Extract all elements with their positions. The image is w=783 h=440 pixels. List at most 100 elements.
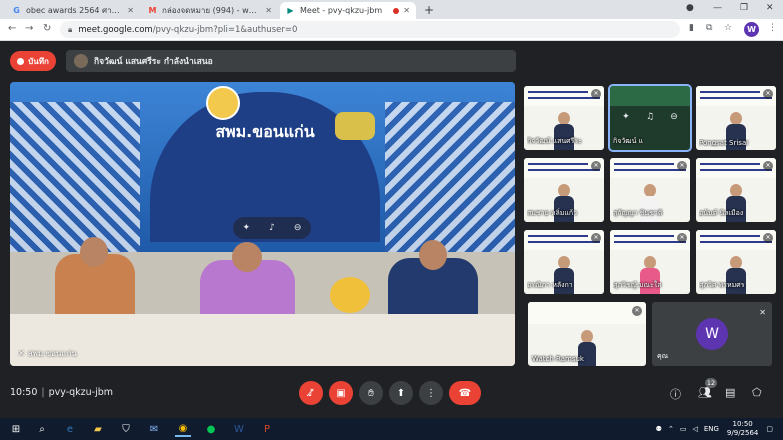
minimize-icon[interactable]: — [713,3,722,13]
windows-start-icon[interactable]: ⊞ [8,421,24,437]
participant-name: Pongsat Srisai [699,139,749,147]
person-right-head [419,240,447,270]
participant-name: อรณิภา หลังกา [527,281,573,289]
language-indicator[interactable]: ENG [704,425,719,433]
emblem-icon [206,86,240,120]
recording-button[interactable]: บันทึก [10,51,56,71]
participant-name: ศุภวิชญ์ มณะใส [613,281,662,289]
participant-tile[interactable]: ✕ สมชาย หลิ่มแก้ว [524,158,604,222]
mic-off-icon: ✕ [18,349,25,358]
search-icon[interactable]: ⌕ [34,421,50,437]
participant-tile[interactable]: ✕ กิจวัฒน์ แสนศรีระ [524,86,604,150]
tab-title: กล่องจดหมาย (994) - wounjaichon [162,6,261,15]
participant-name: กิจวัฒน์ แ [613,137,644,145]
edge-icon[interactable]: e [62,421,78,437]
self-tile[interactable]: W ✕ คุณ [652,302,772,366]
file-explorer-icon[interactable]: ▰ [90,421,106,437]
browser-tab-gmail[interactable]: M กล่องจดหมาย (994) - wounjaichon ✕ [142,2,278,19]
camera-in-use-icon[interactable]: ▮ [689,23,694,33]
participant-tile[interactable]: ✕ Pongsat Srisai [696,86,776,150]
mic-off-icon: ✕ [759,308,766,317]
close-icon[interactable]: ✕ [265,6,272,15]
person-left-head [80,237,108,267]
leave-call-button[interactable]: ☎ [449,381,481,405]
reload-icon[interactable]: ↻ [43,23,51,34]
people-tray-icon[interactable]: ⚉ [656,425,662,433]
google-icon: G [13,6,20,15]
close-window-icon[interactable]: ✕ [766,3,774,13]
network-icon[interactable]: ▭ [680,425,687,433]
browser-tab-meet[interactable]: ▶ Meet - pvy-qkzu-jbm ✕ [280,2,416,19]
mic-off-icon: ✕ [591,233,601,243]
participant-name: สุกัญญา ชินชาติ [613,209,663,217]
activities-icon[interactable]: ⬠ [752,386,762,399]
notifications-icon[interactable]: ▢ [766,425,773,433]
separator: | [41,387,45,398]
present-icon: ⬆ [396,387,406,399]
clock-time: 10:50 [732,420,753,428]
profile-avatar[interactable]: W [744,22,759,37]
address-bar-row: ← → ↻ 🔒︎ meet.google.com/pvy-qkzu-jbm?pl… [0,19,783,41]
url-bar[interactable]: 🔒︎ meet.google.com/pvy-qkzu-jbm?pli=1&au… [60,21,680,38]
mail-icon[interactable]: ✉ [146,421,162,437]
participant-tile[interactable]: ✕ อรณิภา หลังกา [524,230,604,294]
restore-icon[interactable]: ❐ [740,3,748,13]
participant-name: สมชาย หลิ่มแก้ว [527,209,578,217]
meeting-code: pvy-qkzu-jbm [48,387,114,398]
more-options-button[interactable]: ⋮ [419,381,443,405]
person-center-head [232,242,262,272]
word-icon[interactable]: W [231,421,247,437]
participant-tile[interactable]: ✕ อนันต์ นิลเมือง [696,158,776,222]
more-options-icon[interactable]: ⊖ [670,112,678,122]
store-icon[interactable]: ⛉ [118,421,134,437]
chrome-icon[interactable]: ◉ [175,421,191,437]
new-tab-button[interactable]: + [424,3,434,17]
participant-name: ศุภวิศ พรหมศร [699,281,745,289]
close-icon[interactable]: ✕ [127,6,134,15]
presenter-banner-text: กิจวัฒน์ แสนศรีระ กำลังนำเสนอ [94,57,213,67]
present-screen-button[interactable]: ⬆ [389,381,413,405]
participant-tile[interactable]: ✕ สุกัญญา ชินชาติ [610,158,690,222]
pin-icon[interactable]: ✦ [622,112,630,122]
stage-hover-controls: ✦ ♪ ⊖ [233,217,311,239]
mic-toggle-button[interactable]: ♪̸ [299,381,323,405]
taskbar-clock[interactable]: 10:50 9/9/2564 [727,420,758,438]
tab-title: obec awards 2564 ศาสตร์นอกเห็ [26,6,123,15]
pin-icon[interactable]: ✦ [243,223,251,233]
menu-dots-icon[interactable]: ⋮ [768,23,777,33]
chat-icon[interactable]: ▤ [725,386,735,399]
tile-header [528,302,646,324]
forward-icon[interactable]: → [25,23,33,34]
self-avatar: W [696,318,728,350]
participant-tile[interactable]: ✕ ศุภวิศ พรหมศร [696,230,776,294]
powerpoint-icon[interactable]: P [259,421,275,437]
mic-icon[interactable]: ♪ [269,223,275,233]
more-options-icon[interactable]: ⊖ [294,223,302,233]
volume-icon[interactable]: ◁ [692,425,697,433]
speaker-icon[interactable]: ♫ [646,112,654,122]
raise-hand-button[interactable]: ✋︎ [359,381,383,405]
mic-off-icon: ✕ [591,89,601,99]
conference-table [10,314,515,366]
back-icon[interactable]: ← [8,23,16,34]
bookmark-star-icon[interactable]: ☆ [724,23,732,33]
tile-hover-controls: ✦ ♫ ⊖ [614,108,686,126]
recording-label: บันทึก [28,56,49,66]
close-icon[interactable]: ✕ [403,6,410,15]
chevron-up-icon[interactable]: ⌃ [668,425,674,433]
recording-indicator-icon [393,7,400,14]
translate-icon[interactable]: ⧉ [706,23,712,33]
mic-off-icon: ✕ [763,233,773,243]
stage-participant-name: ✕ สพม.ขอนแก่น [18,349,77,358]
participant-tile[interactable]: ✕ ศุภวิชญ์ มณะใส [610,230,690,294]
main-stage-video[interactable]: สพม.ขอนแก่น ✦ ♪ ⊖ ✕ สพม.ขอนแก่น [10,82,515,366]
tab-search-icon[interactable]: ● [686,3,694,13]
camera-toggle-button[interactable]: ▣ [329,381,353,405]
browser-tab-obec[interactable]: G obec awards 2564 ศาสตร์นอกเห็ ✕ [6,2,140,19]
presenter-avatar [74,54,88,68]
meeting-details-icon[interactable]: ⓘ [670,386,681,402]
participant-tile-large[interactable]: ✕ Watch Ramsuk [528,302,646,366]
participant-tile-pinned[interactable]: ✦ ♫ ⊖ กิจวัฒน์ แ [608,84,692,152]
line-app-icon[interactable]: ● [203,421,219,437]
participant-name: อนันต์ นิลเมือง [699,209,744,217]
